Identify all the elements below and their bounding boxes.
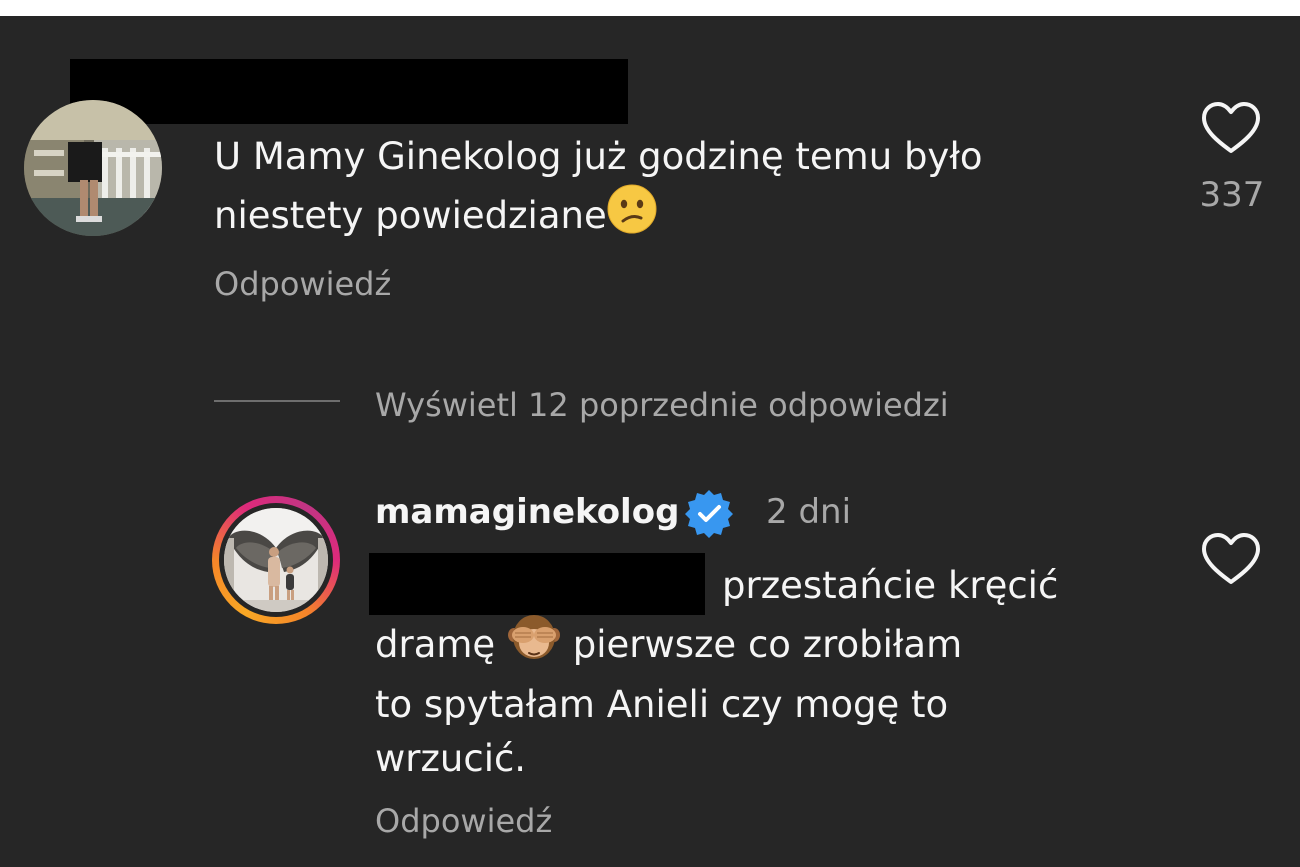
like-button[interactable] xyxy=(1200,531,1262,587)
view-previous-replies-button[interactable]: Wyświetl 12 poprzednie odpowiedzi xyxy=(375,384,949,426)
reply-button[interactable]: Odpowiedź xyxy=(375,801,552,841)
comment-line-2: niestety powiedziane xyxy=(214,194,607,237)
reply-button[interactable]: Odpowiedź xyxy=(214,264,391,304)
reply-line-2b: pierwsze co zrobiłam xyxy=(572,623,963,666)
verified-badge-icon xyxy=(684,488,734,538)
comment-body: U Mamy Ginekolog już godzinę temu było n… xyxy=(214,130,982,249)
commenter-avatar[interactable] xyxy=(24,100,162,236)
like-count: 337 xyxy=(1199,175,1265,215)
reply-line-4: wrzucić. xyxy=(375,737,527,780)
redacted-username xyxy=(70,59,628,124)
avatar-photo xyxy=(24,100,162,236)
heart-outline-icon xyxy=(1202,102,1260,153)
reply-timestamp: 2 dni xyxy=(766,492,852,532)
reply-body: dramę pierwsze co zrobiłam to spytałam A… xyxy=(375,613,962,786)
confused-face-emoji-icon xyxy=(607,184,657,249)
comment-line-1: U Mamy Ginekolog już godzinę temu było xyxy=(214,135,983,178)
reply-username[interactable]: mamaginekolog xyxy=(375,491,679,533)
comments-panel: U Mamy Ginekolog już godzinę temu było n… xyxy=(0,16,1300,867)
avatar-photo xyxy=(224,508,328,612)
heart-outline-icon xyxy=(1202,533,1260,584)
reply-avatar[interactable] xyxy=(212,496,340,624)
see-no-evil-monkey-emoji-icon xyxy=(507,613,561,678)
like-button[interactable] xyxy=(1200,100,1262,156)
redacted-mention xyxy=(369,553,705,615)
reply-line-2a: dramę xyxy=(375,623,496,666)
thread-divider xyxy=(214,400,340,402)
reply-line-1: przestańcie kręcić xyxy=(722,564,1059,607)
reply-line-3: to spytałam Anieli czy mogę to xyxy=(375,683,949,726)
